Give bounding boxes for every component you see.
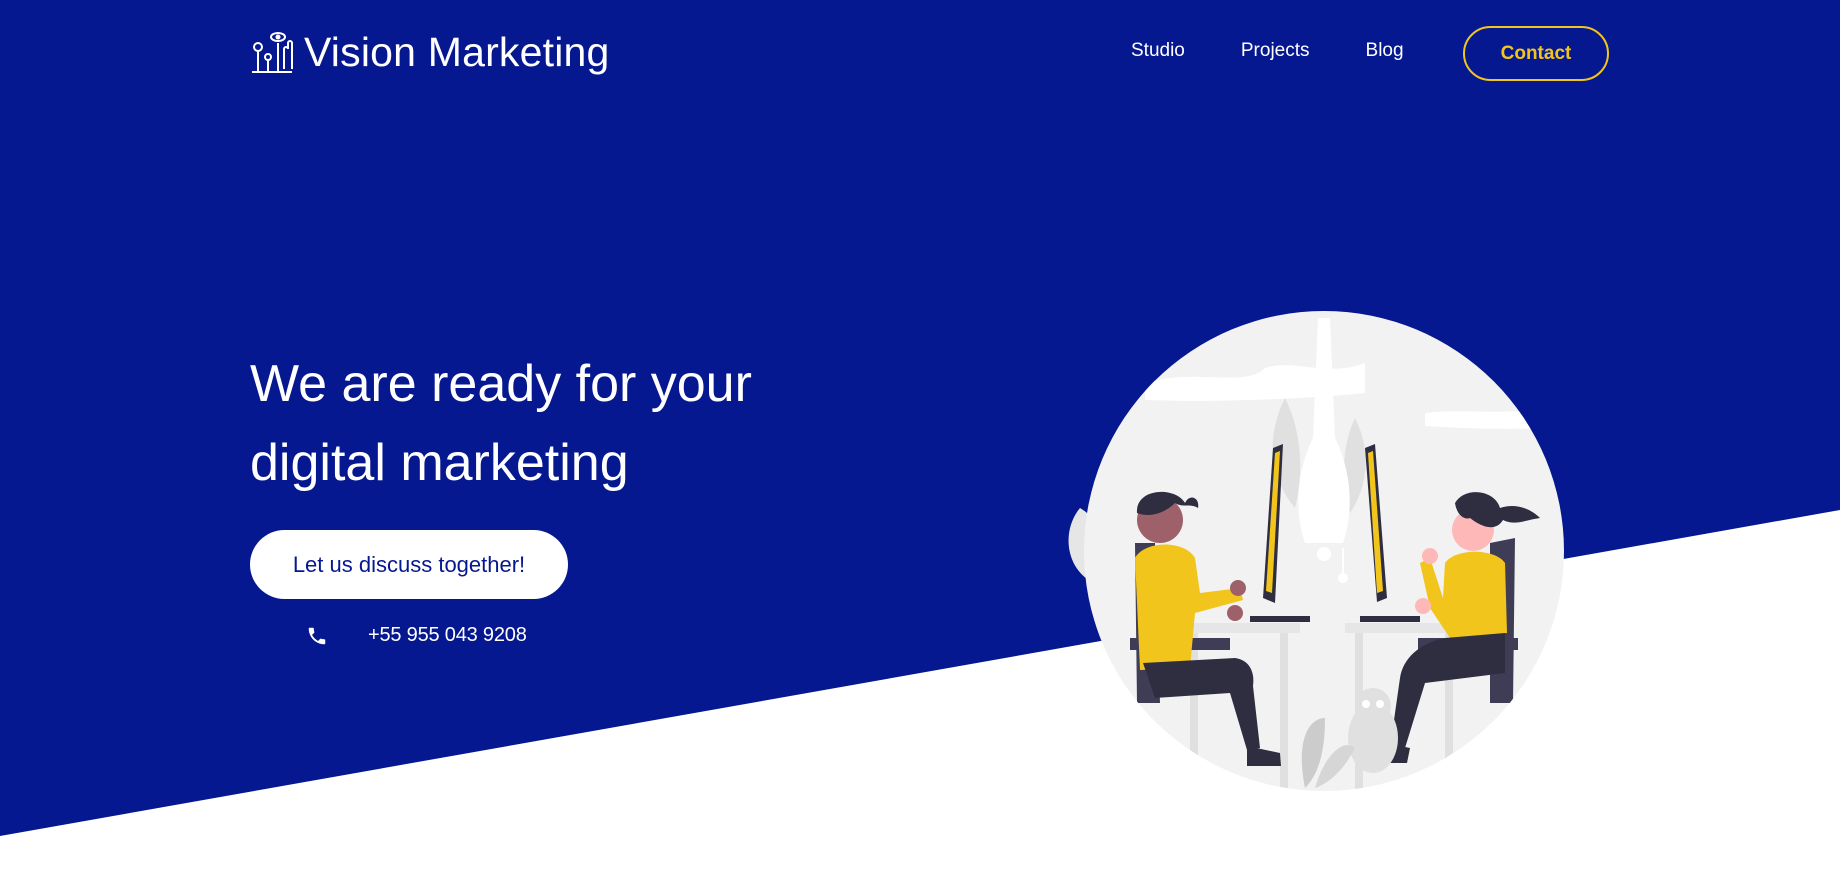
nav-link-blog[interactable]: Blog [1366,40,1404,62]
discuss-cta-button[interactable]: Let us discuss together! [250,530,568,599]
phone-number[interactable]: +55 955 043 9208 [368,624,527,647]
hero-title: We are ready for your digital marketing [250,355,752,492]
phone-contact[interactable]: +55 955 043 9208 [306,624,527,647]
nav-link-projects[interactable]: Projects [1241,40,1310,62]
brand-logo-icon [252,32,293,73]
nav-link-studio[interactable]: Studio [1131,40,1185,62]
phone-icon [308,627,326,644]
main-nav: Studio Projects Blog [1131,40,1404,62]
top-navbar: Vision Marketing Studio Projects Blog Co… [0,0,1840,106]
contact-button[interactable]: Contact [1463,26,1609,81]
team-working-illustration [1068,311,1564,791]
brand-name: Vision Marketing [304,28,610,75]
brand-logo[interactable]: Vision Marketing [250,24,610,80]
